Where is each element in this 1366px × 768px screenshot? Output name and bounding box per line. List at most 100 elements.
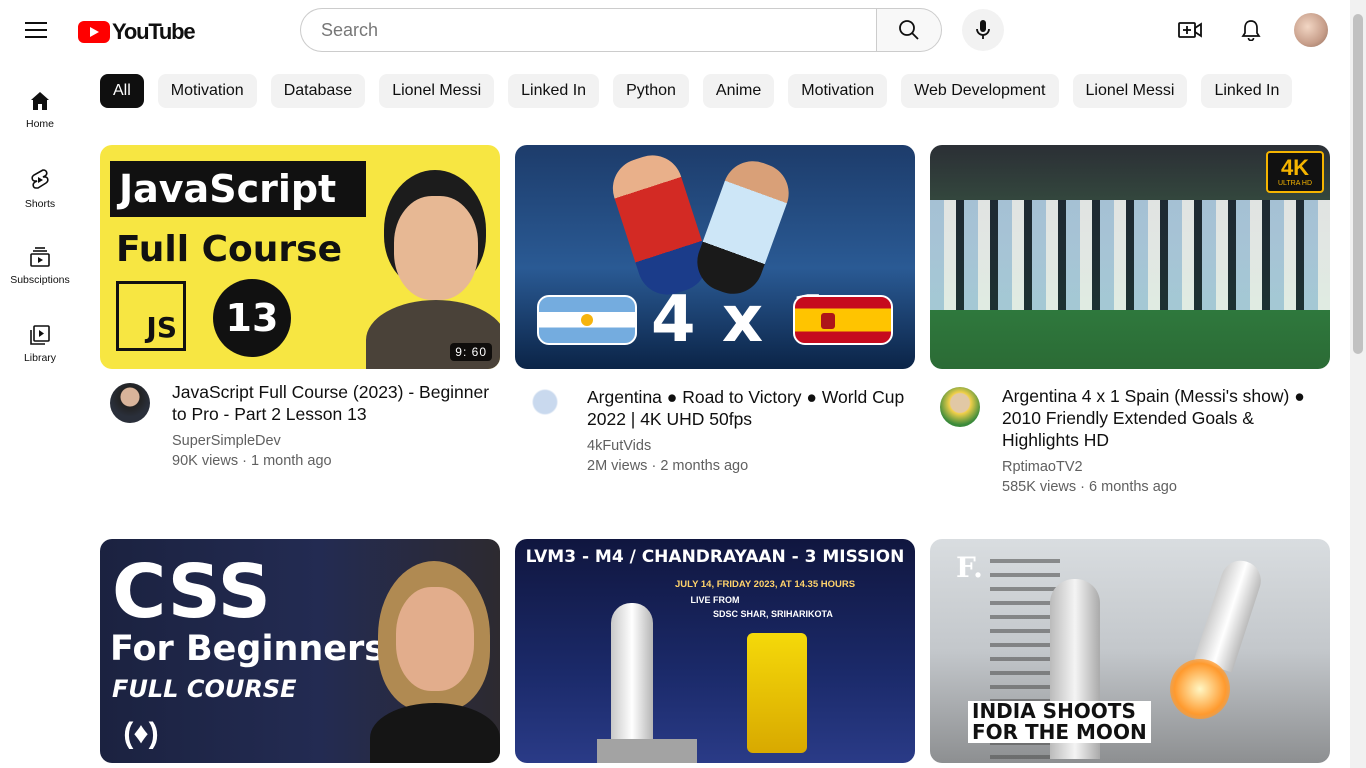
scrollbar-thumb[interactable] xyxy=(1353,14,1363,354)
logo-text: YouTube xyxy=(112,19,196,44)
video-card[interactable]: 4 x 1 Argentina ● Road to Victory ● Worl… xyxy=(515,145,915,474)
create-video-icon xyxy=(1178,22,1202,38)
channel-name[interactable]: SuperSimpleDev xyxy=(172,433,500,449)
chip-python[interactable]: Python xyxy=(613,74,689,108)
chip-motivation[interactable]: Motivation xyxy=(157,74,257,108)
video-stats: 2M views · 2 months ago xyxy=(587,458,749,474)
youtube-play-icon xyxy=(78,21,110,43)
home-icon xyxy=(31,92,49,110)
chip-lionel-messi-2[interactable]: Lionel Messi xyxy=(1072,74,1188,108)
sidebar: Home Shorts Subsciptions Library xyxy=(0,60,80,372)
thumb-text: 4K xyxy=(1280,154,1310,180)
thumb-text: LVM3 - M4 / CHANDRAYAAN - 3 MISSION xyxy=(525,547,905,567)
sidebar-item-home[interactable]: Home xyxy=(0,60,80,138)
celebrating-players-image xyxy=(930,200,1330,310)
video-card[interactable]: 4K ULTRA HD Argentina 4 x 1 Spain (Messi… xyxy=(930,145,1330,495)
thumb-text: FOR THE MOON xyxy=(972,720,1147,744)
lander-image xyxy=(747,633,807,753)
chip-database[interactable]: Database xyxy=(270,74,366,108)
player-figure xyxy=(688,152,798,303)
presenter-image xyxy=(366,170,500,369)
video-title[interactable]: Argentina ● Road to Victory ● World Cup … xyxy=(587,386,915,430)
video-thumbnail[interactable]: 4K ULTRA HD xyxy=(930,145,1330,369)
thumb-text: SDSC SHAR, SRIHARIKOTA xyxy=(713,609,833,619)
top-header: YouTube xyxy=(0,0,1350,60)
video-card[interactable]: F. INDIA SHOOTS FOR THE MOON xyxy=(930,539,1330,763)
chip-all[interactable]: All xyxy=(100,74,144,108)
lesson-number-badge: 13 xyxy=(213,279,291,357)
thumb-text: CSS xyxy=(112,549,271,635)
rocket-launch-image xyxy=(1193,555,1267,673)
video-title[interactable]: Argentina 4 x 1 Spain (Messi's show) ● 2… xyxy=(1002,385,1330,451)
menu-button[interactable] xyxy=(16,12,56,48)
channel-avatar[interactable] xyxy=(940,387,980,427)
thumb-text: 13 xyxy=(225,296,279,340)
launch-pad-image xyxy=(597,739,697,763)
voice-search-button[interactable] xyxy=(962,9,1004,51)
search-input[interactable] xyxy=(300,8,876,52)
sidebar-item-shorts[interactable]: Shorts xyxy=(0,138,80,216)
page-scrollbar[interactable] xyxy=(1350,0,1366,768)
video-stats: 90K views · 1 month ago xyxy=(172,453,332,469)
rocket-flame-image xyxy=(1170,659,1230,719)
channel-avatar[interactable] xyxy=(110,383,150,423)
bell-icon xyxy=(1241,20,1261,41)
thumb-text: FULL COURSE xyxy=(112,675,297,703)
sidebar-item-library[interactable]: Library xyxy=(0,294,80,372)
thumb-title-box: JavaScript xyxy=(110,161,366,217)
youtube-logo[interactable]: YouTube xyxy=(78,19,196,45)
sidebar-item-subscriptions[interactable]: Subsciptions xyxy=(0,216,80,294)
4k-badge-icon: 4K ULTRA HD xyxy=(1266,151,1324,193)
channel-name[interactable]: RptimaoTV2 xyxy=(1002,459,1330,475)
video-thumbnail[interactable]: 4 x 1 xyxy=(515,145,915,369)
search-bar xyxy=(300,8,942,52)
search-icon xyxy=(899,20,919,40)
freecodecamp-icon: (⁠♦⁠) xyxy=(123,717,159,750)
thumb-text: ULTRA HD xyxy=(1277,179,1313,187)
thumb-text: INDIA SHOOTS xyxy=(972,699,1136,723)
chip-linked-in[interactable]: Linked In xyxy=(508,74,600,108)
thumb-text: F. xyxy=(956,551,983,584)
video-card[interactable]: JavaScript Full Course JS 13 9: 60 JavaS… xyxy=(100,145,500,469)
shorts-icon xyxy=(31,169,49,189)
js-logo-icon: JS xyxy=(116,281,186,351)
video-thumbnail[interactable]: F. INDIA SHOOTS FOR THE MOON xyxy=(930,539,1330,763)
microphone-icon xyxy=(976,20,990,39)
thumb-text: JULY 14, FRIDAY 2023, AT 14.35 HOURS xyxy=(675,579,856,590)
player-figure xyxy=(605,147,715,303)
chip-linked-in-2[interactable]: Linked In xyxy=(1201,74,1293,108)
hamburger-menu-icon xyxy=(25,22,47,38)
channel-avatar[interactable] xyxy=(525,388,565,428)
video-card[interactable]: LVM3 - M4 / CHANDRAYAAN - 3 MISSION JULY… xyxy=(515,539,915,763)
subscriptions-icon xyxy=(30,247,50,267)
library-icon xyxy=(30,325,50,345)
video-thumbnail[interactable]: JavaScript Full Course JS 13 9: 60 xyxy=(100,145,500,369)
video-meta: Argentina 4 x 1 Spain (Messi's show) ● 2… xyxy=(930,385,1330,495)
video-thumbnail[interactable]: CSS For Beginners FULL COURSE (⁠♦⁠) xyxy=(100,539,500,763)
search-button[interactable] xyxy=(876,8,942,52)
chip-web-development[interactable]: Web Development xyxy=(901,74,1059,108)
chip-anime[interactable]: Anime xyxy=(702,74,775,108)
sidebar-item-label: Subsciptions xyxy=(10,274,70,286)
chip-motivation-2[interactable]: Motivation xyxy=(788,74,888,108)
thumb-text: For Beginners xyxy=(110,629,386,669)
thumb-text: Full Course xyxy=(116,229,343,270)
sidebar-item-label: Home xyxy=(25,118,54,130)
channel-name[interactable]: 4kFutVids xyxy=(587,438,915,454)
video-card[interactable]: CSS For Beginners FULL COURSE (⁠♦⁠) xyxy=(100,539,500,763)
chip-lionel-messi[interactable]: Lionel Messi xyxy=(379,74,495,108)
notifications-button[interactable] xyxy=(1231,10,1271,50)
filter-chips-bar: All Motivation Database Lionel Messi Lin… xyxy=(100,74,1293,108)
thumb-text: JS xyxy=(146,311,177,344)
video-meta: Argentina ● Road to Victory ● World Cup … xyxy=(515,386,915,474)
create-video-button[interactable] xyxy=(1170,10,1210,50)
spain-flag-icon xyxy=(793,295,893,345)
video-title[interactable]: JavaScript Full Course (2023) - Beginner… xyxy=(172,381,500,425)
video-stats: 585K views · 6 months ago xyxy=(1002,479,1177,495)
thumb-text: LIVE FROM xyxy=(690,595,740,605)
sidebar-item-label: Shorts xyxy=(24,198,56,210)
video-thumbnail[interactable]: LVM3 - M4 / CHANDRAYAAN - 3 MISSION JULY… xyxy=(515,539,915,763)
user-avatar[interactable] xyxy=(1294,13,1328,47)
thumb-text: JavaScript xyxy=(119,167,337,211)
argentina-flag-icon xyxy=(537,295,637,345)
